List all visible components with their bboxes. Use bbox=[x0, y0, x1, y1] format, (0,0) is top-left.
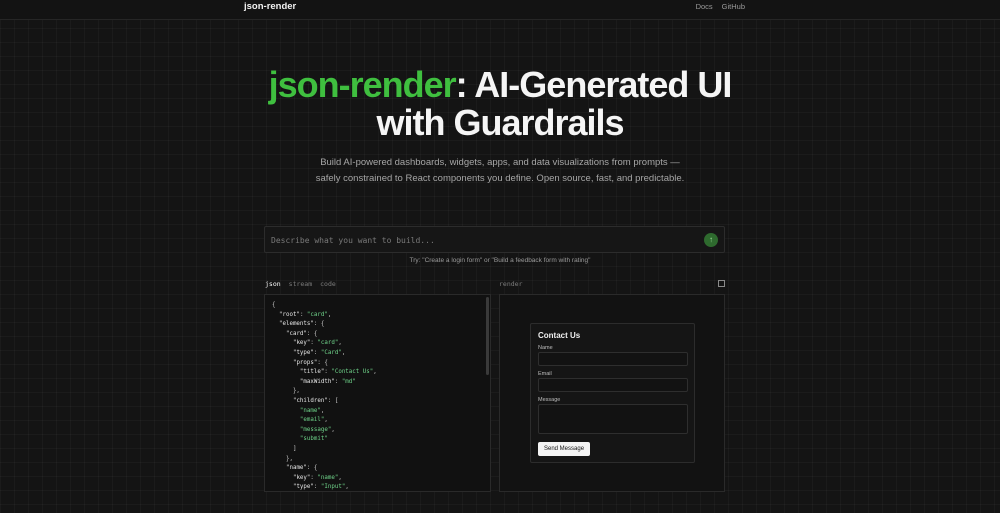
code-line: "name", bbox=[299, 407, 325, 414]
code-line: "props": { bbox=[292, 359, 328, 366]
output-tabs: json stream code bbox=[265, 280, 336, 288]
code-line: "maxWidth": "md" bbox=[299, 378, 356, 385]
code-line: "type": "Input", bbox=[292, 484, 349, 491]
hero-title-accent: json-render bbox=[268, 64, 457, 105]
fullscreen-icon[interactable] bbox=[718, 280, 725, 287]
email-label: Email bbox=[538, 371, 552, 377]
code-line: "message", bbox=[299, 426, 335, 433]
name-input[interactable] bbox=[538, 352, 688, 366]
nav-links: Docs GitHub bbox=[696, 2, 745, 11]
code-line: }, bbox=[272, 455, 293, 462]
code-line: "key": "card", bbox=[292, 340, 342, 347]
prompt-input[interactable] bbox=[271, 233, 691, 247]
tab-json[interactable]: json bbox=[265, 280, 281, 288]
code-line: "children": [ bbox=[292, 397, 339, 404]
top-navbar: json-render Docs GitHub bbox=[0, 0, 1000, 20]
code-line: "title": "Contact Us", bbox=[299, 369, 377, 376]
hero-subtitle: Build AI-powered dashboards, widgets, ap… bbox=[315, 157, 685, 184]
code-line: "name": { bbox=[285, 465, 318, 472]
card-title: Contact Us bbox=[538, 331, 581, 340]
render-label: render bbox=[499, 280, 523, 288]
email-input[interactable] bbox=[538, 378, 688, 392]
json-code-panel[interactable]: { "root": "card", "elements": { "card": … bbox=[264, 294, 491, 492]
arrow-up-icon: ↑ bbox=[709, 235, 713, 244]
code-line: "root": "card", bbox=[278, 311, 332, 318]
tab-stream[interactable]: stream bbox=[289, 280, 312, 288]
try-suggestions: Try: "Create a login form" or "Build a f… bbox=[409, 257, 591, 264]
code-line: "key": "name", bbox=[292, 474, 342, 481]
hero-title-rest: : AI-Generated UI bbox=[455, 64, 733, 105]
code-line: "submit" bbox=[299, 436, 328, 443]
code-line: "type": "Card", bbox=[292, 349, 346, 356]
code-scrollbar[interactable] bbox=[486, 297, 489, 375]
code-line: "card": { bbox=[285, 330, 318, 337]
render-panel: Contact Us Name Email Message Send Messa… bbox=[499, 294, 725, 492]
contact-card: Contact Us Name Email Message Send Messa… bbox=[530, 323, 695, 463]
message-textarea[interactable] bbox=[538, 404, 688, 434]
name-label: Name bbox=[538, 345, 553, 351]
code-line: }, bbox=[272, 388, 300, 395]
hero-title: json-render: AI-Generated UI with Guardr… bbox=[0, 66, 1000, 142]
code-line: { bbox=[272, 302, 276, 308]
nav-link-docs[interactable]: Docs bbox=[696, 2, 713, 11]
brand-logo[interactable]: json-render bbox=[244, 1, 296, 12]
tab-code[interactable]: code bbox=[320, 280, 336, 288]
send-button[interactable]: ↑ bbox=[704, 233, 718, 247]
message-label: Message bbox=[538, 397, 561, 403]
prompt-box: ↑ bbox=[264, 226, 725, 253]
send-message-button[interactable]: Send Message bbox=[538, 442, 591, 456]
json-code: { "root": "card", "elements": { "card": … bbox=[272, 301, 377, 491]
hero-title-line2: with Guardrails bbox=[376, 102, 624, 143]
nav-link-github[interactable]: GitHub bbox=[722, 2, 745, 11]
code-line: "elements": { bbox=[278, 321, 325, 328]
code-line: "email", bbox=[299, 417, 328, 424]
code-line: ] bbox=[272, 445, 297, 452]
